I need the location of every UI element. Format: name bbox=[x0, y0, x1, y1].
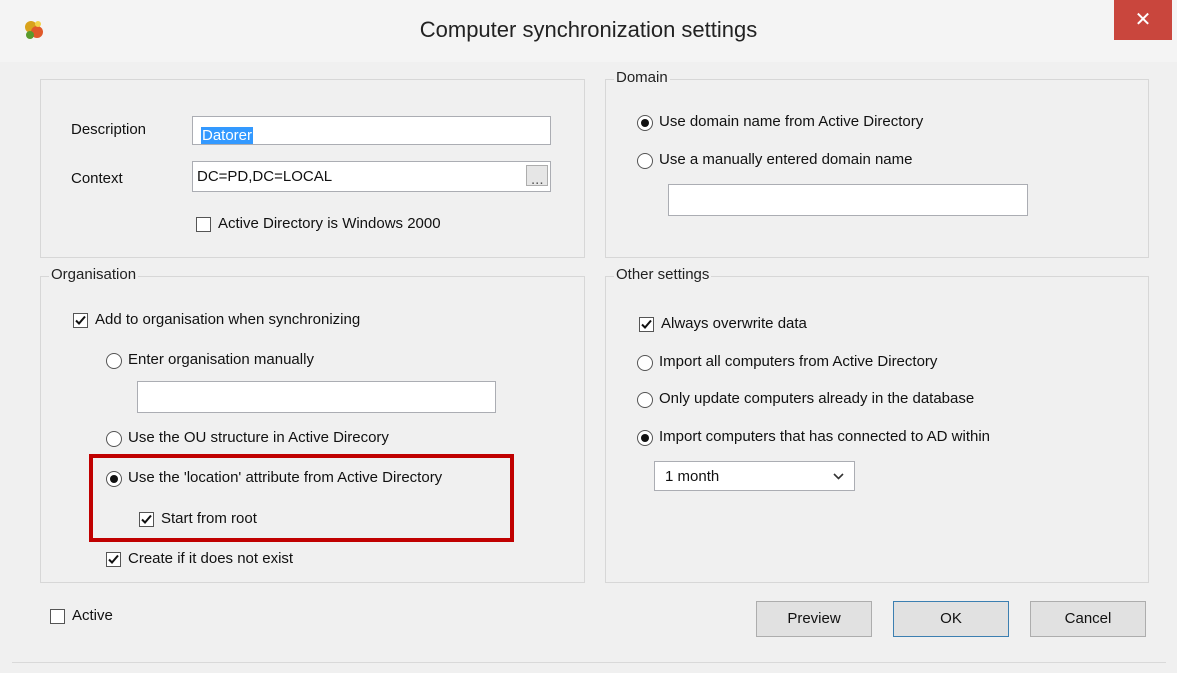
domain-use-ad-label: Use domain name from Active Directory bbox=[659, 113, 924, 130]
context-browse-button[interactable]: ... bbox=[526, 165, 548, 188]
radio-circle[interactable] bbox=[637, 430, 653, 446]
create-if-missing-label: Create if it does not exist bbox=[128, 550, 294, 567]
domain-group: Domain bbox=[605, 69, 1149, 258]
radio-circle[interactable] bbox=[637, 115, 653, 131]
title-bar[interactable]: Computer synchronization settings ✕ bbox=[0, 0, 1177, 62]
period-value: 1 month bbox=[665, 468, 720, 485]
chevron-down-icon bbox=[833, 473, 844, 480]
dialog-window: Computer synchronization settings ✕ Desc… bbox=[0, 0, 1177, 673]
radio-selected-dot bbox=[641, 119, 649, 127]
only-update-label: Only update computers already in the dat… bbox=[659, 390, 975, 407]
description-input[interactable]: Datorer bbox=[192, 116, 551, 145]
close-button[interactable]: ✕ bbox=[1114, 0, 1172, 40]
period-dropdown[interactable]: 1 month bbox=[654, 461, 855, 491]
context-value: DC=PD,DC=LOCAL bbox=[197, 168, 333, 185]
domain-manual-label: Use a manually entered domain name bbox=[659, 151, 913, 168]
checkmark-icon bbox=[641, 319, 652, 329]
context-label: Context bbox=[71, 170, 123, 187]
highlight-box bbox=[89, 454, 514, 542]
radio-selected-dot bbox=[641, 434, 649, 442]
dialog-bottom-edge bbox=[12, 662, 1166, 663]
checkbox-box[interactable] bbox=[196, 217, 211, 232]
radio-circle[interactable] bbox=[106, 431, 122, 447]
active-label: Active bbox=[72, 607, 113, 624]
radio-circle[interactable] bbox=[637, 153, 653, 169]
checkbox-box[interactable] bbox=[639, 317, 654, 332]
domain-manual-input[interactable] bbox=[668, 184, 1028, 216]
ellipsis-icon: ... bbox=[531, 171, 544, 188]
org-manual-label: Enter organisation manually bbox=[128, 351, 314, 368]
organisation-legend: Organisation bbox=[49, 266, 139, 283]
preview-button[interactable]: Preview bbox=[756, 601, 872, 637]
org-manual-input[interactable] bbox=[137, 381, 496, 413]
radio-circle[interactable] bbox=[637, 355, 653, 371]
radio-circle[interactable] bbox=[637, 392, 653, 408]
win2000-label: Active Directory is Windows 2000 bbox=[218, 215, 441, 232]
cancel-button[interactable]: Cancel bbox=[1030, 601, 1146, 637]
checkbox-box[interactable] bbox=[50, 609, 65, 624]
checkbox-box[interactable] bbox=[73, 313, 88, 328]
domain-legend: Domain bbox=[614, 69, 670, 86]
description-label: Description bbox=[71, 121, 147, 138]
org-ou-label: Use the OU structure in Active Direcory bbox=[128, 429, 389, 446]
checkbox-box[interactable] bbox=[106, 552, 121, 567]
radio-circle[interactable] bbox=[106, 353, 122, 369]
import-connected-label: Import computers that has connected to A… bbox=[659, 428, 991, 445]
checkmark-icon bbox=[108, 554, 119, 564]
context-input[interactable]: DC=PD,DC=LOCAL ... bbox=[192, 161, 551, 192]
other-settings-legend: Other settings bbox=[614, 266, 712, 283]
close-icon: ✕ bbox=[1134, 9, 1152, 31]
description-value: Datorer bbox=[201, 127, 254, 144]
always-overwrite-label: Always overwrite data bbox=[661, 315, 807, 332]
import-all-label: Import all computers from Active Directo… bbox=[659, 353, 938, 370]
window-title: Computer synchronization settings bbox=[419, 17, 758, 42]
checkmark-icon bbox=[75, 315, 86, 325]
ok-button[interactable]: OK bbox=[893, 601, 1009, 637]
add-organisation-label: Add to organisation when synchronizing bbox=[95, 311, 361, 328]
